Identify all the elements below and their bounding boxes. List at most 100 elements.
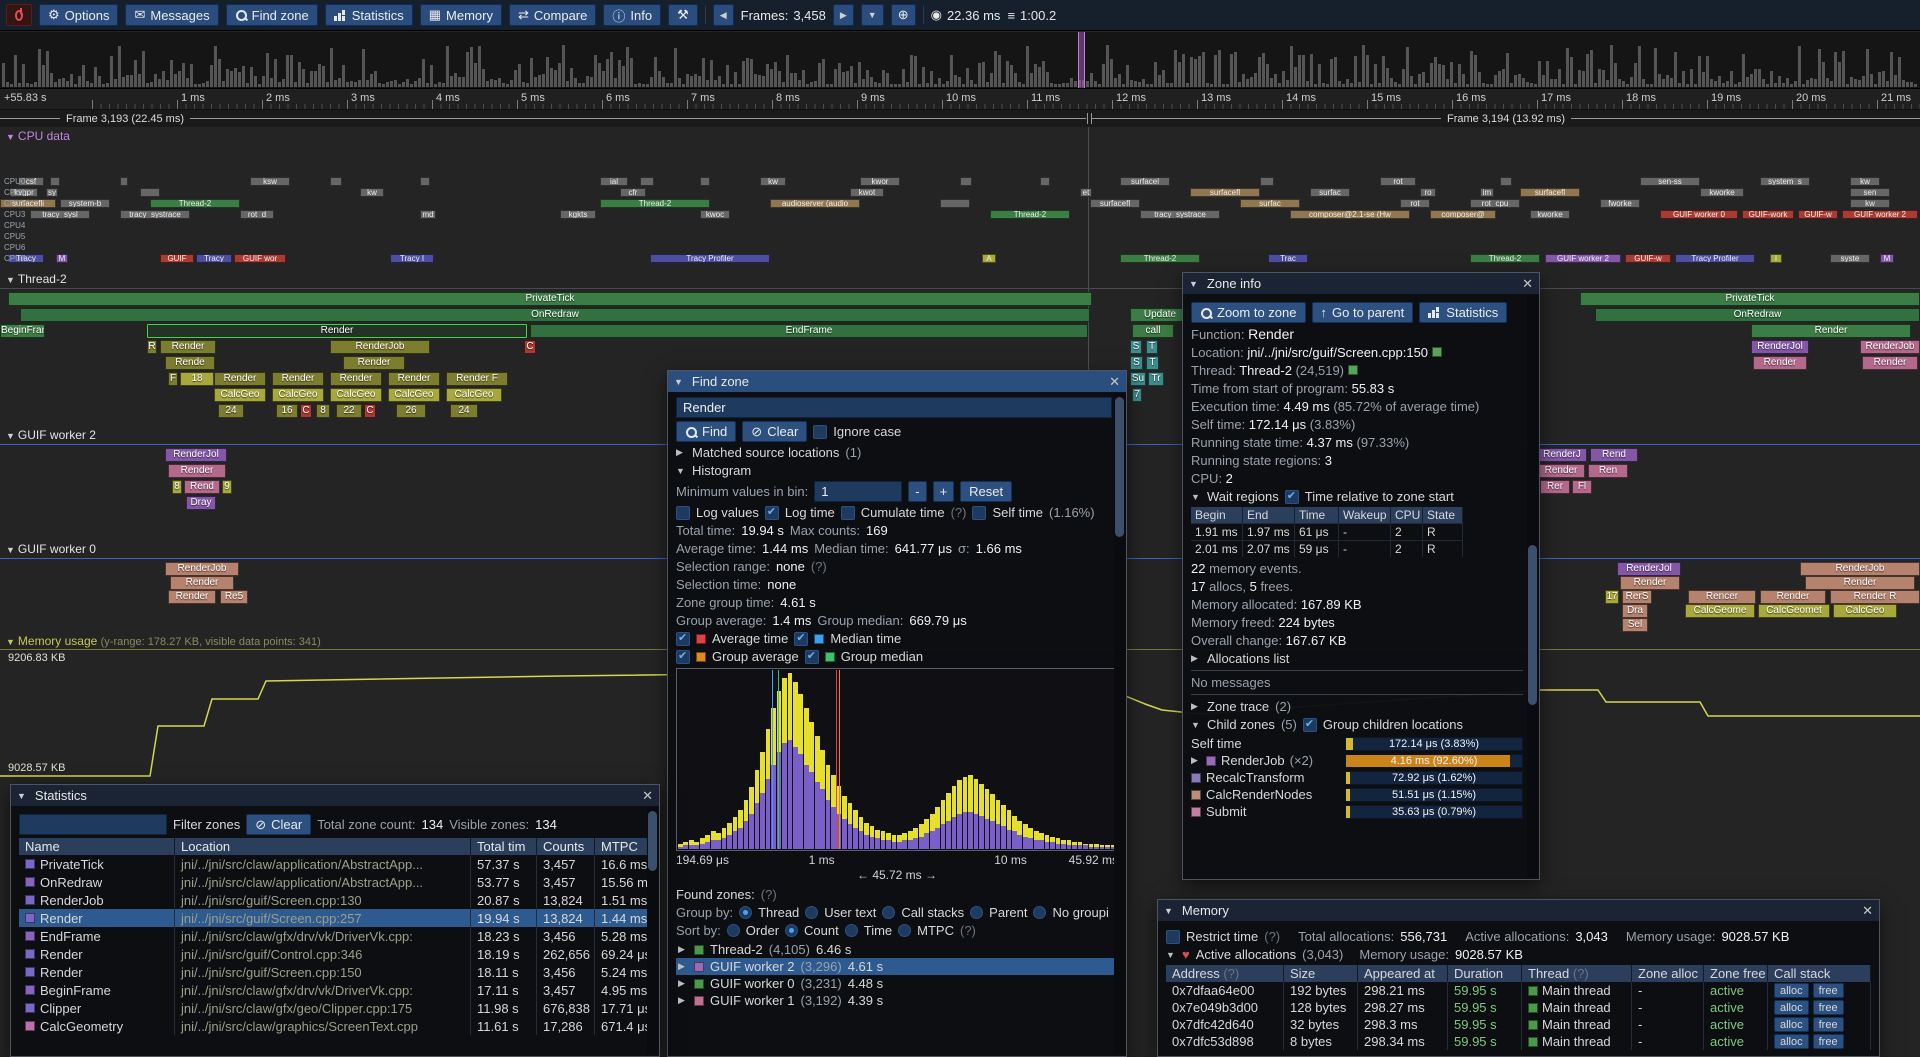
mem-cell[interactable]: 0x7dfc53d898 xyxy=(1166,1033,1284,1050)
timeline-zone[interactable]: Render xyxy=(1760,590,1826,604)
timeline-zone[interactable]: CalcGeome xyxy=(1685,604,1755,618)
timeline-zone[interactable]: Render F xyxy=(446,372,508,386)
mem-cell[interactable]: active xyxy=(1704,999,1768,1016)
child-zones-label[interactable]: Child zones xyxy=(1207,717,1275,732)
timeline-zone[interactable]: Re5 xyxy=(220,590,248,604)
cpu-zone[interactable]: kw xyxy=(760,177,786,186)
cpu-zone[interactable] xyxy=(1040,177,1050,186)
wait-col-header[interactable]: Wakeup xyxy=(1339,507,1391,523)
stats-cell[interactable]: 13,824 xyxy=(537,891,595,909)
groupby-parent[interactable] xyxy=(970,906,983,919)
scrollbar-thumb[interactable] xyxy=(1528,545,1537,705)
increment-button[interactable]: + xyxy=(933,481,955,502)
groupby-user-text[interactable] xyxy=(805,906,818,919)
collapse-icon[interactable]: ▼ xyxy=(6,132,15,142)
histogram-section-label[interactable]: Histogram xyxy=(692,463,751,478)
timeline-zone[interactable]: Rer xyxy=(1540,480,1570,494)
cpu-zone[interactable]: fworke xyxy=(1600,199,1640,208)
cpu-zone[interactable]: im xyxy=(1480,188,1494,197)
group-median-checkbox[interactable] xyxy=(805,650,819,664)
child-zone-row[interactable]: Self time172.14 μs (3.83%) xyxy=(1191,735,1523,752)
cpu-zone[interactable] xyxy=(940,199,970,208)
wait-col-header[interactable]: CPU xyxy=(1391,507,1423,523)
statistics-button[interactable]: Statistics xyxy=(1419,302,1507,323)
timeline-zone[interactable]: 16 xyxy=(276,404,298,418)
mem-col-header[interactable]: Duration xyxy=(1448,965,1522,982)
cpu-zone[interactable]: kgkts xyxy=(560,210,596,219)
stats-cell[interactable]: 19.94 s xyxy=(471,909,537,927)
timeline-zone[interactable]: RenderJol xyxy=(165,448,227,462)
self-time-checkbox[interactable] xyxy=(972,506,986,520)
mem-cell[interactable]: 298.21 ms xyxy=(1358,982,1448,999)
cpu-zone[interactable]: tracy_systrace xyxy=(1140,210,1220,219)
mem-cell[interactable]: Main thread xyxy=(1522,999,1632,1016)
mem-cell[interactable]: allocfree xyxy=(1768,982,1871,999)
cpu-zone[interactable]: et xyxy=(1080,188,1092,197)
cpu-zone[interactable] xyxy=(50,177,60,186)
timeline-zone[interactable]: S xyxy=(1130,340,1142,354)
mem-cell[interactable]: 298.3 ms xyxy=(1358,1016,1448,1033)
close-icon[interactable]: ✕ xyxy=(642,788,653,804)
stats-cell[interactable]: 1.51 ms xyxy=(595,891,651,909)
groupby-no-groupi[interactable] xyxy=(1033,906,1046,919)
mem-cell[interactable]: 0x7e049b3d00 xyxy=(1166,999,1284,1016)
scrollbar[interactable] xyxy=(1527,295,1538,877)
toolbar-button-tools[interactable]: ⚒ xyxy=(668,4,698,26)
timeline-zone[interactable]: OnRedraw xyxy=(20,308,1090,322)
toolbar-button-statistics[interactable]: Statistics xyxy=(325,4,413,26)
timeline-zone[interactable]: RenderJob xyxy=(1800,562,1920,576)
cpu-zone[interactable]: A xyxy=(982,254,996,263)
stats-cell[interactable]: 18.23 s xyxy=(471,927,537,945)
stats-cell[interactable]: RenderJob xyxy=(19,891,175,909)
mem-col-header[interactable]: Thread (?) xyxy=(1522,965,1632,982)
mem-col-header[interactable]: Appeared at xyxy=(1358,965,1448,982)
cpu-zone[interactable]: Tracy Profiler xyxy=(650,254,770,263)
stats-cell[interactable]: 262,656 xyxy=(537,945,595,963)
wait-col-header[interactable]: End xyxy=(1243,507,1295,523)
frame-dropdown-button[interactable]: ▼ xyxy=(861,4,884,26)
cpu-zone[interactable]: GUIF worker 2 xyxy=(1842,210,1918,219)
timeline-zone[interactable]: Render xyxy=(1753,356,1807,370)
reset-button[interactable]: Reset xyxy=(960,481,1012,502)
timeline-zone[interactable]: Rend xyxy=(1590,448,1638,462)
frame-row[interactable]: Frame 3,193 (22.45 ms) Frame 3,194 (13.9… xyxy=(0,110,1920,127)
log-time-checkbox[interactable] xyxy=(765,506,779,520)
cpu-zone[interactable] xyxy=(120,177,128,186)
alloc-callstack-button[interactable]: alloc xyxy=(1774,1034,1809,1049)
stats-cell[interactable]: Render xyxy=(19,945,175,963)
sortby-order[interactable] xyxy=(727,924,740,937)
mem-cell[interactable]: allocfree xyxy=(1768,999,1871,1016)
wait-col-header[interactable]: State xyxy=(1423,507,1463,523)
mem-col-header[interactable]: Size xyxy=(1284,965,1358,982)
stats-cell[interactable]: jni/../jni/src/guif/Screen.cpp:150 xyxy=(175,963,471,981)
stats-cell[interactable]: 15.56 ms xyxy=(595,873,651,891)
find-zone-titlebar[interactable]: ▼ Find zone ✕ xyxy=(668,371,1126,392)
cpu-zone[interactable] xyxy=(1500,177,1512,186)
cpu-zone[interactable]: GUIF-work xyxy=(1742,210,1794,219)
timeline-zone[interactable]: 17 xyxy=(1605,590,1619,604)
stats-cell[interactable]: 20.87 s xyxy=(471,891,537,909)
timeline-zone[interactable]: Su xyxy=(1130,372,1146,386)
expand-icon[interactable]: ▶ xyxy=(1191,755,1201,766)
timeline-zone[interactable]: RenderJ xyxy=(1537,448,1587,462)
expand-icon[interactable]: ▶ xyxy=(1191,653,1201,664)
allocations-list-label[interactable]: Allocations list xyxy=(1207,651,1289,666)
stats-cell[interactable]: 5.28 ms xyxy=(595,927,651,945)
timeline-zone[interactable]: CalcGeomet xyxy=(1758,604,1830,618)
stats-col-header[interactable]: MTPC xyxy=(595,838,651,855)
collapse-icon[interactable]: ▼ xyxy=(674,377,683,387)
scrollbar[interactable] xyxy=(1114,393,1125,1054)
cpu-zone[interactable]: surfacel xyxy=(1120,177,1170,186)
stats-cell[interactable]: BeginFrame xyxy=(19,981,175,999)
stats-cell[interactable]: 17.71 μs xyxy=(595,999,651,1017)
memory-titlebar[interactable]: ▼ Memory ✕ xyxy=(1158,900,1879,921)
stats-cell[interactable]: 1.44 ms xyxy=(595,909,651,927)
collapse-icon[interactable]: ▼ xyxy=(1191,720,1201,730)
cpu-zone[interactable]: composer@ xyxy=(1430,210,1496,219)
mem-cell[interactable]: - xyxy=(1632,1016,1704,1033)
mem-cell[interactable]: 59.95 s xyxy=(1448,982,1522,999)
cpu-zone[interactable]: rot_d xyxy=(240,210,274,219)
timeline-zone[interactable]: C xyxy=(300,404,312,418)
mem-cell[interactable]: Main thread xyxy=(1522,1033,1632,1050)
timeline-zone[interactable]: Render xyxy=(170,576,234,590)
